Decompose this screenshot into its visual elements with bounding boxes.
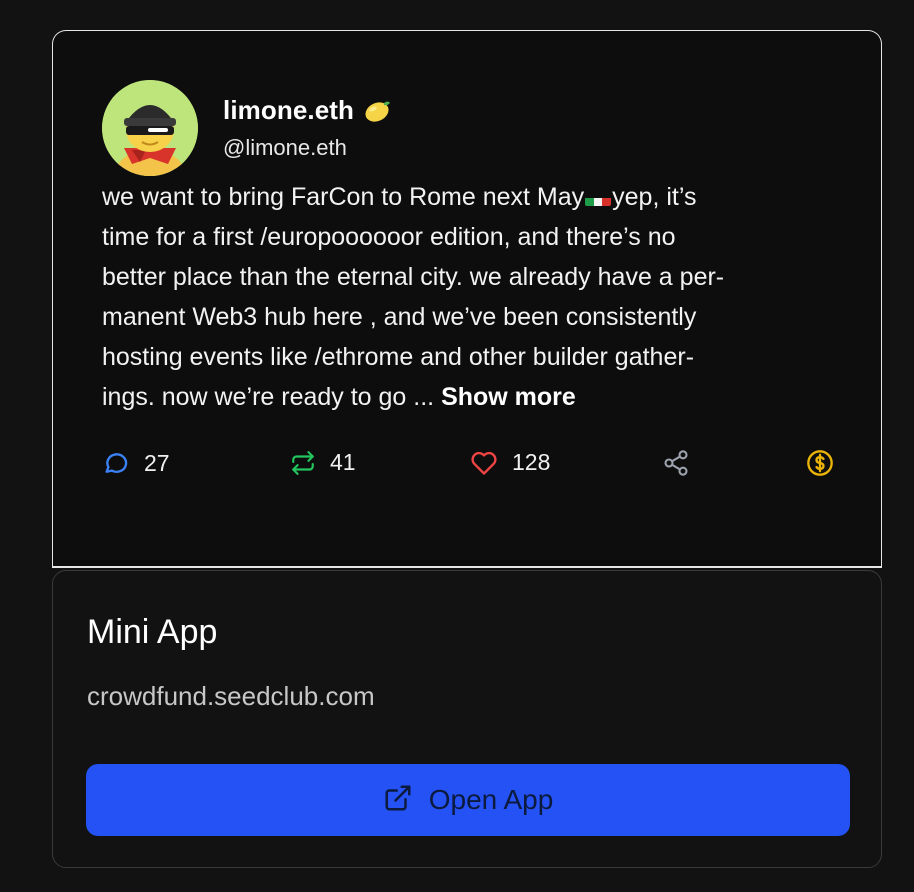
dollar-coin-icon <box>806 449 834 477</box>
reply-button[interactable]: 27 <box>102 449 170 477</box>
username[interactable]: @limone.eth <box>223 135 347 161</box>
cast-text-line: hosting events like /ethrome and other b… <box>102 343 695 371</box>
display-name-row: limone.eth <box>223 95 392 126</box>
reply-count: 27 <box>144 449 170 476</box>
like-button[interactable]: 128 <box>470 449 550 476</box>
recast-count: 41 <box>330 449 356 475</box>
mini-app-card: Mini App crowdfund.seedclub.com Open App <box>52 570 882 868</box>
like-count: 128 <box>512 449 551 475</box>
heart-icon <box>470 450 498 476</box>
cast-text-line: better place than the eternal city. we a… <box>102 263 725 291</box>
open-app-button[interactable]: Open App <box>86 764 850 836</box>
avatar[interactable] <box>102 80 198 176</box>
cast-text-line: manent Web3 hub here , and we’ve been co… <box>102 303 697 331</box>
open-app-label: Open App <box>428 784 554 815</box>
italy-flag-icon <box>585 188 612 206</box>
share-button[interactable] <box>662 449 690 477</box>
cast-text-line: time for a first /europoooooor edition, … <box>102 223 676 251</box>
tip-button[interactable] <box>806 449 834 477</box>
cast-actions: 27 41 128 <box>102 449 842 481</box>
show-more-link[interactable]: Show more <box>441 383 576 411</box>
mini-app-url: crowdfund.seedclub.com <box>87 681 375 711</box>
cast-text-segment: ings. now we’re ready to go ... <box>102 383 442 411</box>
mini-app-title: Mini App <box>87 613 218 651</box>
share-icon <box>662 449 690 477</box>
cast-text-segment: yep, it’s <box>612 183 697 211</box>
display-name[interactable]: limone.eth <box>223 95 354 126</box>
recast-button[interactable]: 41 <box>290 449 356 476</box>
cast-text-segment: we want to bring FarCon to Rome next May <box>102 183 585 211</box>
cast-text-line: we want to bring FarCon to Rome next May… <box>102 177 842 217</box>
cast-text: we want to bring FarCon to Rome next May… <box>102 177 842 417</box>
lemon-icon <box>362 98 392 124</box>
cast-text-line: ings. now we’re ready to go ... Show mor… <box>102 377 842 417</box>
external-link-icon <box>383 783 413 818</box>
recast-icon <box>290 450 316 476</box>
cast-card[interactable]: limone.eth @limone.eth we want to bring … <box>52 30 882 568</box>
comment-icon <box>102 449 130 477</box>
